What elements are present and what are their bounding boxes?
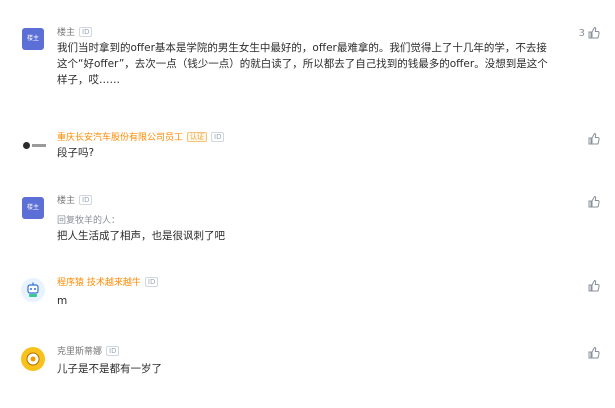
author-name[interactable]: 楼主 xyxy=(57,193,75,206)
comment-content: 我们当时拿到的offer基本是学院的男生女生中最好的，offer最难拿的。我们觉… xyxy=(57,42,548,86)
like-count: 3 xyxy=(578,27,585,39)
comment-meta: 程序猿 技术越来越牛 ID xyxy=(57,275,159,288)
avatar[interactable]: 楼主 xyxy=(22,28,44,50)
author-name[interactable]: 程序猿 技术越来越牛 xyxy=(57,275,141,288)
comment-content: 儿子是不是都有一岁了 xyxy=(57,363,162,375)
comment-meta: 重庆长安汽车股份有限公司员工 认证 ID xyxy=(57,130,225,143)
comment-item: 重庆长安汽车股份有限公司员工 认证 ID 段子吗? xyxy=(0,110,615,185)
comment-item: 楼主 楼主 ID 我们当时拿到的offer基本是学院的男生女生中最好的，offe… xyxy=(0,0,615,110)
like-button[interactable] xyxy=(585,279,601,293)
comment-meta: 楼主 ID xyxy=(57,25,93,38)
thumbs-up-icon xyxy=(587,346,601,360)
like-button[interactable] xyxy=(585,195,601,209)
logo-mark xyxy=(22,141,30,149)
id-badge: ID xyxy=(144,276,159,287)
logo-text-mark xyxy=(31,143,46,147)
cartoon-face-icon xyxy=(26,352,40,366)
comment-item: 程序猿 技术越来越牛 ID m xyxy=(0,265,615,337)
company-logo-avatar[interactable] xyxy=(20,140,48,150)
like-button[interactable] xyxy=(585,132,601,146)
id-badge: ID xyxy=(106,345,120,356)
comment-meta: 克里斯蒂娜 ID xyxy=(57,344,120,357)
author-name[interactable]: 克里斯蒂娜 xyxy=(57,344,102,357)
author-name[interactable]: 重庆长安汽车股份有限公司员工 xyxy=(57,130,183,143)
id-badge: ID xyxy=(211,131,225,142)
avatar[interactable]: 楼主 xyxy=(22,197,44,219)
like-button[interactable] xyxy=(585,346,601,360)
reply-to-label: 回复牧羊的人： xyxy=(57,216,121,226)
author-name[interactable]: 楼主 xyxy=(57,25,75,38)
robot-icon xyxy=(27,282,39,297)
like-button[interactable]: 3 xyxy=(579,26,601,40)
comment-content: 段子吗? xyxy=(57,147,95,159)
comment-item: 楼主 楼主 ID 回复牧羊的人： 把人生活成了相声，也是很讽刺了吧 xyxy=(0,185,615,265)
thumbs-up-icon xyxy=(587,195,601,209)
comment-list: 楼主 楼主 ID 我们当时拿到的offer基本是学院的男生女生中最好的，offe… xyxy=(0,0,615,408)
comment-content: m xyxy=(57,295,68,307)
comment-meta: 楼主 ID xyxy=(57,193,93,206)
thumbs-up-icon xyxy=(587,26,601,40)
user-avatar[interactable] xyxy=(21,347,45,371)
avatar-label: 楼主 xyxy=(26,35,39,42)
avatar-label: 楼主 xyxy=(26,204,39,211)
comment-item: 克里斯蒂娜 ID 儿子是不是都有一岁了 xyxy=(0,337,615,408)
id-badge: ID xyxy=(79,194,93,205)
thumbs-up-icon xyxy=(587,279,601,293)
thumbs-up-icon xyxy=(587,132,601,146)
id-badge: ID xyxy=(79,26,93,37)
comment-content: 把人生活成了相声，也是很讽刺了吧 xyxy=(57,230,225,242)
robot-avatar[interactable] xyxy=(21,278,45,302)
verified-badge: 认证 xyxy=(187,131,208,142)
